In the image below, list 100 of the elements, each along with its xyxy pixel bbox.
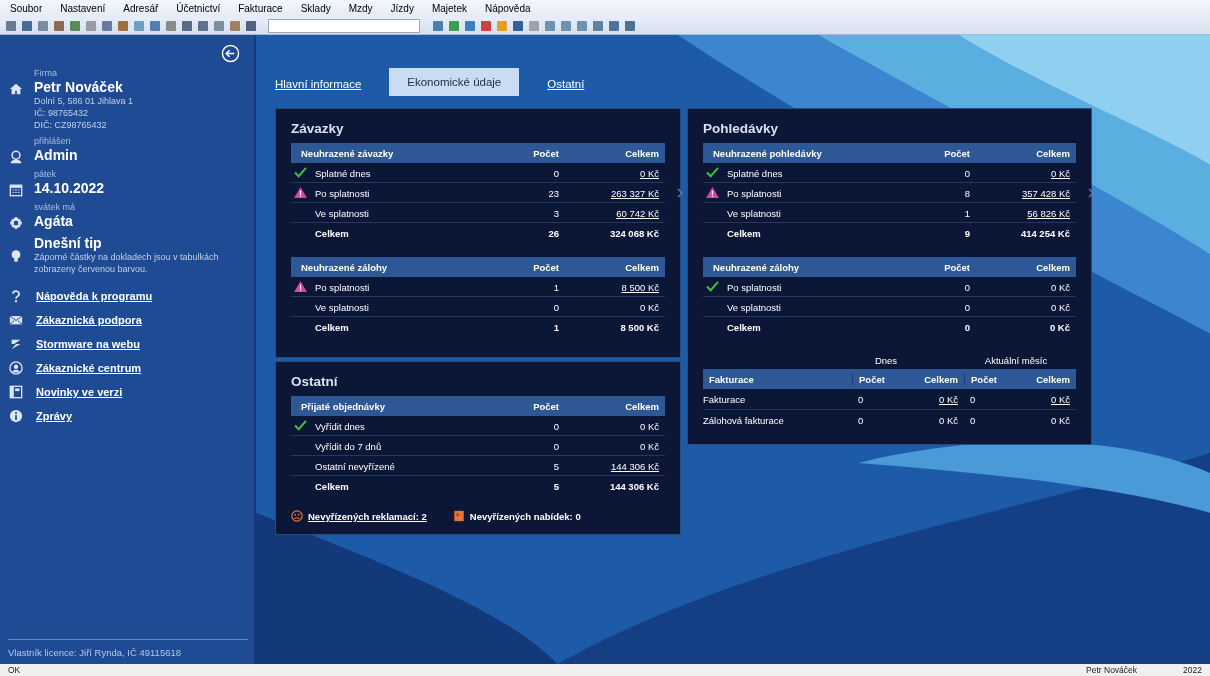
table-cell-text: Celkem [726,227,762,239]
table-cell-text: 0 [963,167,970,179]
section-title: Admin [34,147,78,163]
toolbar-button[interactable] [447,19,460,32]
toolbar-button[interactable] [591,19,604,32]
table-cell-text: Ve splatnosti [314,301,370,313]
table-cell-text: 0 [552,167,559,179]
tab[interactable]: Ostatní [533,72,599,96]
column-header: Neuhrazené pohledávky [713,147,823,159]
amount-link[interactable]: 263 327 Kč [610,187,659,199]
menu-item[interactable]: Jízdy [390,3,414,14]
help-icon [9,289,23,303]
section-title: Agáta [34,213,74,229]
calendar-icon [9,183,23,197]
news-window-icon [9,385,23,399]
chevron-right-icon[interactable] [677,188,683,198]
toolbar-button[interactable] [196,19,209,32]
tab[interactable]: Ekonomické údaje [389,68,520,96]
table-cell: 324 068 Kč [609,227,659,239]
sidebar-link[interactable]: Zprávy [36,410,73,422]
menu-item[interactable]: Sklady [300,3,331,14]
amount-link[interactable]: 357 428 Kč [1021,187,1070,199]
table-cell-text: Splatné dnes [314,167,372,179]
toolbar-button[interactable] [84,19,97,32]
table-cell: 0 Kč [1051,414,1070,426]
table-cell-text: Celkem [314,480,350,492]
column-header: Celkem [1035,261,1071,273]
toolbar-button[interactable] [212,19,225,32]
table-cell-text: Celkem [314,227,350,239]
table-cell-text: 0 [963,301,970,313]
toolbar-button[interactable] [148,19,161,32]
section-detail: DIČ: CZ98765432 [34,119,108,131]
toolbar-button[interactable] [36,19,49,32]
amount-link[interactable]: 144 306 Kč [610,460,659,472]
toolbar-button[interactable] [68,19,81,32]
toolbar-button[interactable] [164,19,177,32]
menu-item[interactable]: Účetnictví [176,3,221,14]
section-detail: Dolní 5, 586 01 Jihlava 1 [34,95,134,107]
sidebar-link[interactable]: Zákaznické centrum [36,362,142,374]
amount-link[interactable]: 56 826 Kč [1027,207,1070,219]
amount-link[interactable]: 8 500 Kč [621,281,659,293]
column-header: Počet [532,147,559,159]
table-cell: 0 Kč [1049,321,1070,333]
checkmark-icon [294,167,307,178]
column-header: Počet [964,373,1012,385]
amount-link[interactable]: 0 Kč [939,393,958,405]
menu-item[interactable]: Majetek [431,3,467,14]
toolbar-button[interactable] [180,19,193,32]
amount-link[interactable]: 60 742 Kč [616,207,659,219]
menu-item[interactable]: Fakturace [238,3,283,14]
sidebar-link[interactable]: Novinky ve verzi [36,386,123,398]
table-cell: 0 [970,393,976,405]
complaints-link[interactable]: Nevyřízených reklamací: 2 [308,510,427,522]
toolbar-combobox[interactable] [268,18,420,33]
table-cell: Fakturace [703,393,746,405]
column-header: Neuhrazené zálohy [713,261,801,273]
envelope-icon [9,313,23,327]
amount-link[interactable]: 0 Kč [1051,393,1070,405]
toolbar-button[interactable] [100,19,113,32]
toolbar-button[interactable] [511,19,524,32]
table-cell: 0 Kč [1051,301,1070,313]
toolbar-button[interactable] [575,19,588,32]
sidebar-link[interactable]: Stormware na webu [36,338,140,350]
warning-icon [294,187,307,198]
toolbar-button[interactable] [463,19,476,32]
column-header: Celkem [1035,147,1071,159]
toolbar-button[interactable] [132,19,145,32]
column-header: Celkem [1035,373,1071,385]
toolbar-button[interactable] [543,19,556,32]
status-text: OK [8,665,21,675]
menu-item[interactable]: Nastavení [60,3,106,14]
table-cell-text: 0 [963,321,970,333]
chevron-right-icon[interactable] [1088,188,1094,198]
sidebar-link[interactable]: Zákaznická podpora [36,314,142,326]
group-label: Dnes [873,354,899,366]
menu-item[interactable]: Mzdy [348,3,373,14]
toolbar-button[interactable] [623,19,636,32]
sidebar-link[interactable]: Nápověda k programu [36,290,153,302]
table-cell-text: 3 [552,207,559,219]
table-cell-text: Po splatnosti [726,281,783,293]
toolbar-button[interactable] [4,19,17,32]
toolbar-button[interactable] [607,19,620,32]
menu-item[interactable]: Adresář [123,3,159,14]
section-title: Dnešní tip [34,235,103,251]
toolbar-button[interactable] [20,19,33,32]
menu-item[interactable]: Soubor [10,3,43,14]
amount-link[interactable]: 0 Kč [640,167,659,179]
amount-link[interactable]: 0 Kč [1051,167,1070,179]
toolbar-button[interactable] [244,19,257,32]
toolbar-button[interactable] [559,19,572,32]
column-header: Počet [532,400,559,412]
toolbar-button[interactable] [431,19,444,32]
toolbar-button[interactable] [479,19,492,32]
menu-item[interactable]: Nápověda [484,3,531,14]
tab[interactable]: Hlavní informace [275,72,376,96]
toolbar-button[interactable] [116,19,129,32]
toolbar-button[interactable] [52,19,65,32]
toolbar-button[interactable] [228,19,241,32]
lightbulb-icon [9,249,23,263]
table-cell-text: Ve splatnosti [726,207,782,219]
